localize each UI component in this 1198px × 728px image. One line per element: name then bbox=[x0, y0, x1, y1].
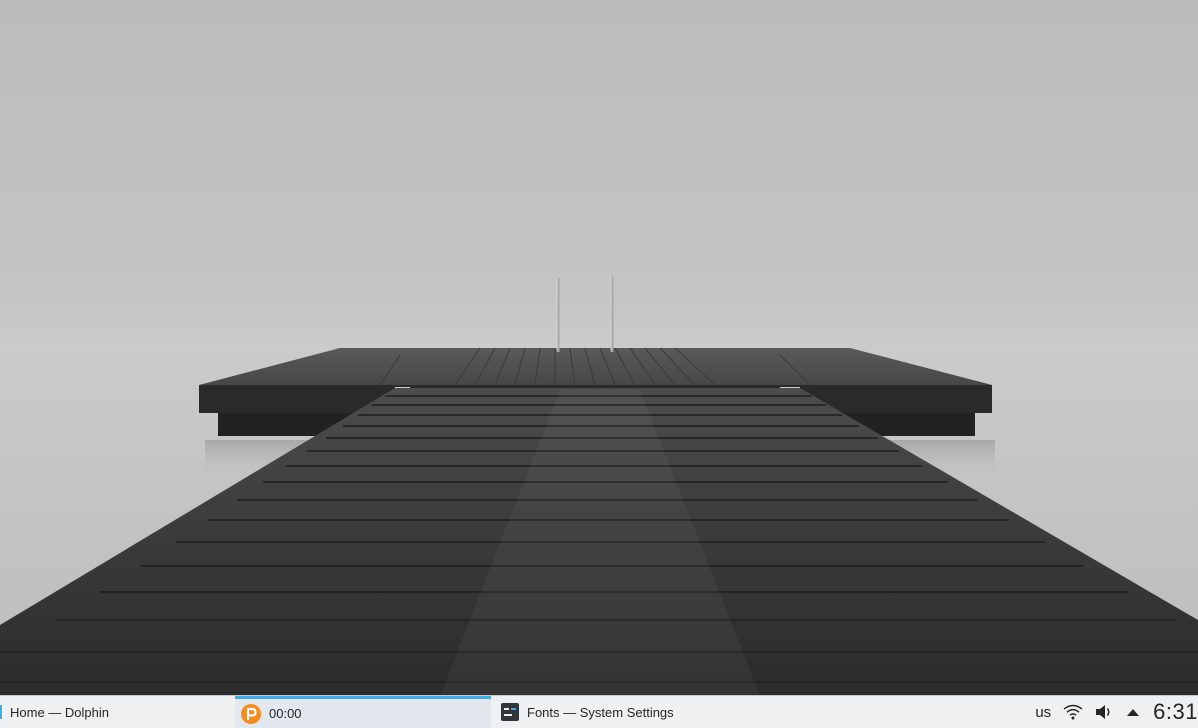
task-label: Fonts — System Settings bbox=[527, 704, 674, 720]
task-dolphin[interactable]: Home — Dolphin bbox=[0, 696, 232, 728]
wallpaper-pier-in-fog bbox=[0, 0, 1198, 696]
tray-expand-arrow-icon[interactable] bbox=[1127, 708, 1140, 716]
task-system-settings[interactable]: Fonts — System Settings bbox=[497, 696, 750, 728]
dolphin-icon bbox=[0, 703, 4, 721]
keyboard-layout-indicator[interactable]: us bbox=[1035, 704, 1051, 721]
digital-clock[interactable]: 6:31 bbox=[1153, 699, 1198, 725]
task-label: Home — Dolphin bbox=[10, 704, 109, 720]
taskbar: Home — Dolphin 00:00 Fonts — System Sett… bbox=[0, 695, 1198, 728]
desktop[interactable]: Home — Dolphin 00:00 Fonts — System Sett… bbox=[0, 0, 1198, 728]
peek-icon bbox=[241, 703, 261, 724]
task-label: 00:00 bbox=[269, 706, 302, 721]
volume-icon[interactable] bbox=[1095, 704, 1113, 720]
system-settings-icon bbox=[501, 703, 519, 721]
task-peek-recorder[interactable]: 00:00 bbox=[235, 696, 491, 728]
wifi-icon[interactable] bbox=[1063, 704, 1083, 720]
system-tray: us 6:31 bbox=[1023, 696, 1198, 728]
